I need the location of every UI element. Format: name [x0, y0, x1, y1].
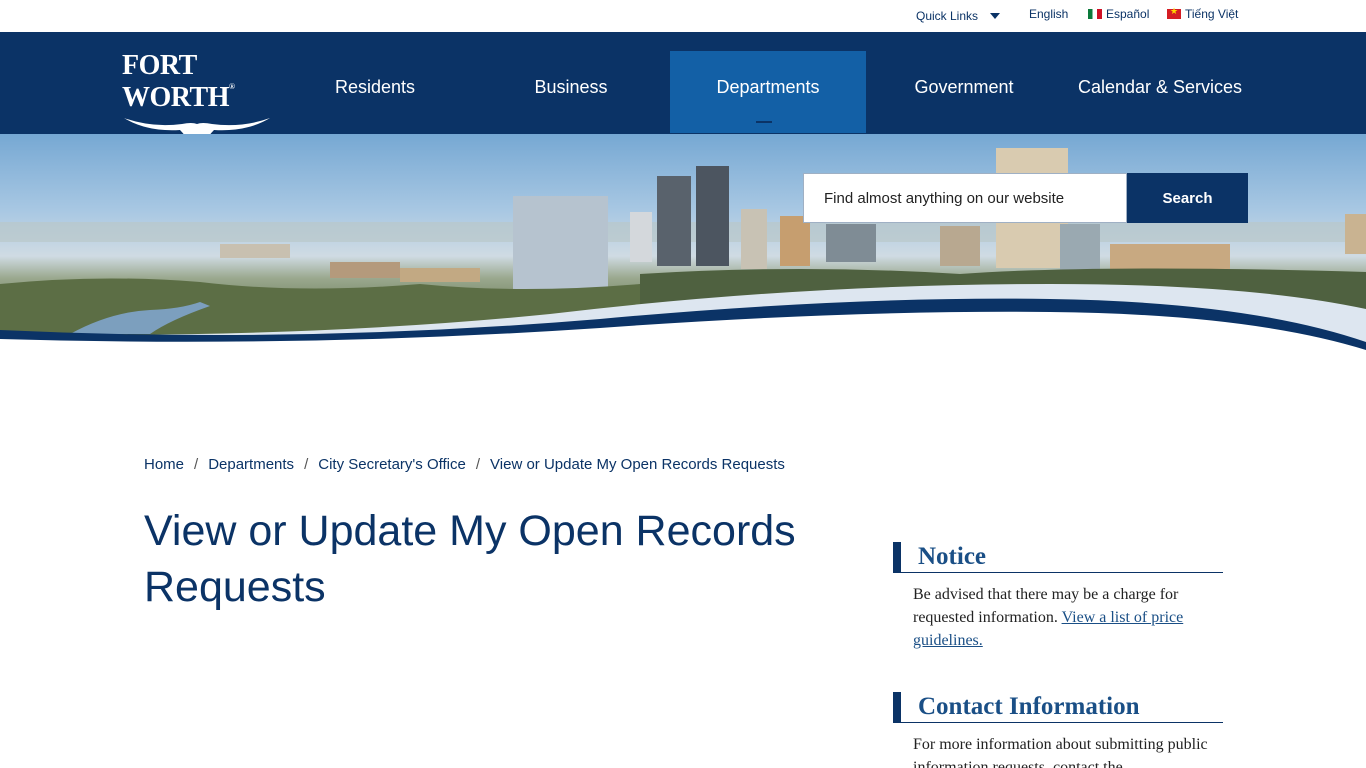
logo-wordmark: FORT WORTH®	[122, 50, 235, 113]
main-navbar: FORT WORTH® Residents Business Departmen…	[0, 32, 1366, 147]
nav-calendar-services[interactable]: Calendar & Services	[1062, 51, 1258, 133]
breadcrumb-city-secretary[interactable]: City Secretary's Office	[318, 456, 466, 473]
quick-links-label: Quick Links	[916, 9, 979, 23]
skyline-illustration	[0, 148, 1366, 356]
hero-skyline-banner	[0, 134, 1366, 356]
language-vietnamese[interactable]: Tiếng Việt	[1167, 6, 1239, 21]
language-espanol[interactable]: Español	[1088, 7, 1149, 21]
page-title: View or Update My Open Records Requests	[144, 507, 796, 611]
nav-residents[interactable]: Residents	[277, 51, 473, 133]
breadcrumb-departments[interactable]: Departments	[208, 456, 294, 473]
fort-worth-logo[interactable]: FORT WORTH®	[122, 50, 272, 147]
nav-departments[interactable]: Departments	[670, 51, 866, 133]
nav-government[interactable]: Government	[866, 51, 1062, 133]
quick-links-menu[interactable]: Quick Links	[916, 9, 1001, 23]
language-label: English	[1029, 7, 1069, 21]
search-button[interactable]: Search	[1127, 173, 1248, 223]
breadcrumb-separator: /	[475, 456, 481, 473]
contact-information-heading: Contact Information	[893, 692, 1223, 723]
breadcrumb-home[interactable]: Home	[144, 456, 184, 473]
breadcrumb-current: View or Update My Open Records Requests	[490, 456, 785, 473]
language-label: Tiếng Việt	[1185, 7, 1239, 21]
site-search-input[interactable]	[803, 173, 1127, 223]
utility-bar: Quick Links English Español Tiếng Việt	[0, 0, 1366, 32]
breadcrumb: Home / Departments / City Secretary's Of…	[144, 456, 785, 473]
nav-business[interactable]: Business	[473, 51, 669, 133]
notice-text: Be advised that there may be a charge fo…	[913, 586, 1184, 649]
vietnam-flag-icon	[1167, 6, 1181, 19]
breadcrumb-separator: /	[194, 456, 199, 473]
contact-information-text: For more information about submitting pu…	[913, 736, 1208, 768]
caret-down-icon	[990, 13, 1001, 19]
mexico-flag-icon	[1088, 9, 1102, 19]
language-english[interactable]: English	[1029, 7, 1068, 21]
notice-heading: Notice	[893, 542, 1223, 573]
language-label: Español	[1106, 7, 1150, 21]
breadcrumb-separator: /	[304, 456, 309, 473]
